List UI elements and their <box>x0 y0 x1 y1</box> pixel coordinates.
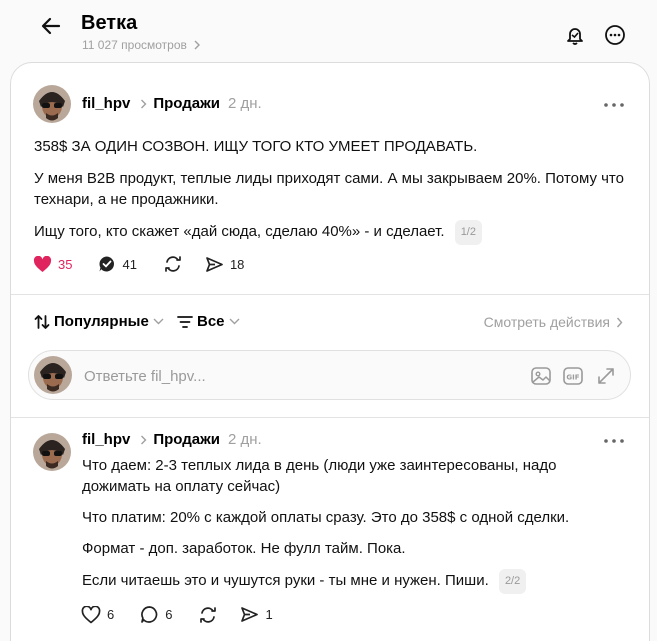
repost-icon <box>165 256 181 272</box>
more-circle-icon <box>605 25 625 45</box>
reply-paragraph: Что платим: 20% с каждой оплаты сразу. Э… <box>82 509 570 526</box>
post-header: fil_hpv Продажи 2 дн. <box>82 95 262 112</box>
reply-header: fil_hpv Продажи 2 дн. <box>82 431 262 448</box>
expand-composer-button[interactable] <box>594 364 618 388</box>
views-count: 11 027 просмотров <box>82 38 187 52</box>
post-paragraph: 358$ ЗА ОДИН СОЗВОН. ИЩУ ТОГО КТО УМЕЕТ … <box>34 138 478 155</box>
thread-card: fil_hpv Продажи 2 дн. 358$ ЗА ОДИН СОЗВО… <box>10 62 650 641</box>
heart-icon <box>81 605 101 623</box>
share-count: 1 <box>265 607 273 622</box>
reply-button[interactable]: 6 <box>140 605 172 624</box>
svg-text:GIF: GIF <box>566 374 579 382</box>
post-more-button[interactable] <box>599 95 629 115</box>
topic-link[interactable]: Продажи <box>153 95 220 112</box>
reply-text: Что даем: 2-3 теплых лида в день (люди у… <box>82 455 622 497</box>
arrow-left-icon <box>41 17 61 35</box>
repost-button[interactable] <box>198 606 218 624</box>
more-horizontal-icon <box>604 103 624 107</box>
send-icon <box>206 256 223 272</box>
avatar[interactable] <box>33 85 71 123</box>
page-title: Ветка <box>81 12 138 34</box>
heart-filled-icon <box>33 255 52 272</box>
send-icon <box>241 607 259 622</box>
sort-row: Популярные Все Смотреть действия <box>11 295 649 349</box>
notifications-button[interactable] <box>562 22 588 48</box>
more-options-button[interactable] <box>602 22 628 48</box>
share-button[interactable]: 1 <box>240 606 273 623</box>
reply-paragraph: Формат - доп. заработок. Не фулл тайм. П… <box>82 540 406 557</box>
sort-popular-label: Популярные <box>54 313 149 330</box>
views-count-link[interactable]: 11 027 просмотров <box>82 38 201 52</box>
reply-actions: 6 6 1 <box>81 605 273 624</box>
top-bar: Ветка 11 027 просмотров <box>0 0 657 62</box>
chevron-right-icon <box>140 99 147 109</box>
image-icon <box>531 367 551 385</box>
reply-button[interactable]: 41 <box>98 255 137 273</box>
filter-all-label: Все <box>197 313 225 330</box>
post-paragraph: У меня B2B продукт, теплые лиды приходят… <box>34 170 624 208</box>
avatar-image <box>33 433 71 471</box>
reply-text: Формат - доп. заработок. Не фулл тайм. П… <box>82 538 632 559</box>
thread-pager: 2/2 <box>498 569 527 594</box>
post-text: 358$ ЗА ОДИН СОЗВОН. ИЩУ ТОГО КТО УМЕЕТ … <box>34 136 634 157</box>
reply-text: Что платим: 20% с каждой оплаты сразу. Э… <box>82 507 632 528</box>
see-actions-link[interactable]: Смотреть действия <box>484 314 623 330</box>
chevron-right-icon <box>194 40 200 50</box>
share-count: 18 <box>229 256 245 272</box>
post-text: Ищу того, кто скажет «дай сюда, сделаю 4… <box>34 220 634 245</box>
like-button[interactable]: 35 <box>33 255 73 273</box>
reply-more-button[interactable] <box>599 431 629 451</box>
like-count: 6 <box>107 607 115 622</box>
avatar-image <box>34 356 72 394</box>
reply-time: 2 дн. <box>227 431 262 448</box>
username-link[interactable]: fil_hpv <box>82 431 130 448</box>
repost-icon <box>200 606 217 623</box>
reply-text: Если читаешь это и чушутся руки - ты мне… <box>82 569 632 594</box>
more-horizontal-icon <box>604 439 624 443</box>
reply-input[interactable] <box>84 365 504 387</box>
share-button[interactable]: 18 <box>205 256 244 273</box>
sort-popular-dropdown[interactable]: Популярные <box>34 313 164 330</box>
like-count: 35 <box>58 256 73 272</box>
filter-lines-icon <box>177 315 193 328</box>
reply-count: 41 <box>122 256 137 272</box>
bell-icon <box>567 28 583 45</box>
divider <box>11 417 649 418</box>
expand-icon <box>598 368 614 384</box>
avatar <box>34 356 72 394</box>
avatar-image <box>33 85 71 123</box>
username-link[interactable]: fil_hpv <box>82 95 130 112</box>
chevron-down-icon <box>229 318 240 325</box>
thread-pager: 1/2 <box>454 220 482 245</box>
post-time: 2 дн. <box>227 95 262 112</box>
chevron-right-icon <box>616 317 623 327</box>
chevron-right-icon <box>140 435 147 445</box>
repost-button[interactable] <box>163 255 183 273</box>
gif-icon: GIF <box>563 367 583 385</box>
see-actions-label: Смотреть действия <box>483 314 610 330</box>
back-button[interactable] <box>36 11 66 41</box>
attach-image-button[interactable] <box>529 364 553 388</box>
attach-gif-button[interactable]: GIF <box>561 364 585 388</box>
reply-paragraph: Если читаешь это и чушутся руки - ты мне… <box>82 572 489 589</box>
avatar[interactable] <box>33 433 71 471</box>
comment-check-icon <box>99 256 115 272</box>
filter-all-dropdown[interactable]: Все <box>177 313 240 330</box>
reply-count: 6 <box>165 607 173 622</box>
topic-link[interactable]: Продажи <box>153 431 220 448</box>
post-paragraph: Ищу того, кто скажет «дай сюда, сделаю 4… <box>34 223 445 240</box>
post-text: У меня B2B продукт, теплые лиды приходят… <box>34 168 634 210</box>
sort-arrows-icon <box>34 314 50 329</box>
chevron-down-icon <box>153 318 164 325</box>
reply-box: GIF <box>28 350 631 400</box>
reply-paragraph: Что даем: 2-3 теплых лида в день (люди у… <box>82 457 557 495</box>
like-button[interactable]: 6 <box>81 605 115 624</box>
post-actions: 35 41 18 <box>33 255 244 273</box>
comment-icon <box>141 606 158 623</box>
